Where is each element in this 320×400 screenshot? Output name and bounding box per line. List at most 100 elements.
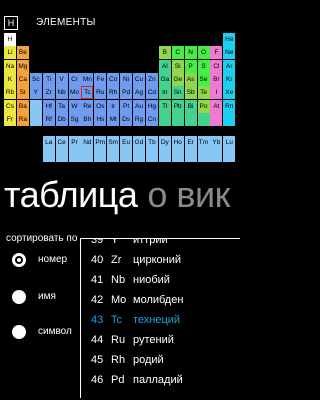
element-w[interactable]: W	[68, 99, 81, 113]
element-cell[interactable]	[223, 149, 236, 163]
element-cu[interactable]: Cu	[133, 72, 145, 86]
element-co[interactable]: Co	[107, 72, 120, 86]
element-y[interactable]: Y	[29, 86, 42, 100]
element-ru[interactable]: Ru	[94, 86, 107, 100]
element-o[interactable]: O	[197, 46, 210, 60]
element-cell[interactable]	[107, 149, 120, 163]
element-b[interactable]: B	[158, 46, 171, 60]
element-sn[interactable]: Sn	[171, 86, 184, 100]
element-c[interactable]: C	[171, 46, 184, 60]
element-cell[interactable]	[158, 112, 171, 126]
element-cell[interactable]	[68, 149, 81, 163]
element-cell[interactable]	[223, 112, 236, 126]
element-ho[interactable]: Ho	[171, 136, 184, 150]
element-sr[interactable]: Sr	[16, 86, 29, 100]
element-te[interactable]: Te	[197, 86, 210, 100]
element-h[interactable]: H	[4, 33, 16, 46]
element-rb[interactable]: Rb	[4, 86, 16, 100]
element-f[interactable]: F	[210, 46, 223, 60]
list-item[interactable]: 40 Zr цирконий	[91, 251, 181, 269]
element-ge[interactable]: Ge	[171, 72, 184, 86]
element-i[interactable]: I	[210, 86, 223, 100]
element-re[interactable]: Re	[81, 99, 94, 113]
element-db[interactable]: Db	[55, 112, 68, 126]
radio-label-name[interactable]: имя	[38, 291, 56, 302]
element-p[interactable]: P	[184, 59, 197, 73]
element-yb[interactable]: Yb	[210, 136, 223, 150]
element-k[interactable]: K	[4, 72, 16, 86]
element-ti[interactable]: Ti	[42, 72, 55, 86]
element-au[interactable]: Au	[133, 99, 145, 113]
radio-label-symbol[interactable]: символ	[38, 326, 72, 337]
element-cell[interactable]	[145, 149, 158, 163]
radio-sort-name[interactable]	[12, 290, 26, 304]
elements-list[interactable]: 39 Yиттрий 40 Zr цирконий 41 Nb ниобий 42 Mo мо…	[80, 238, 240, 398]
element-bh[interactable]: Bh	[81, 112, 94, 126]
element-bi[interactable]: Bi	[184, 99, 197, 113]
element-ta[interactable]: Ta	[55, 99, 68, 113]
element-pb[interactable]: Pb	[171, 99, 184, 113]
element-na[interactable]: Na	[4, 59, 16, 73]
element-rf[interactable]: Rf	[42, 112, 55, 126]
element-sm[interactable]: Sm	[107, 136, 120, 150]
element-xe[interactable]: Xe	[223, 86, 236, 100]
element-ra[interactable]: Ra	[16, 112, 29, 126]
element-ir[interactable]: Ir	[107, 99, 120, 113]
element-cell[interactable]	[29, 112, 42, 126]
element-fr[interactable]: Fr	[4, 112, 16, 126]
element-s[interactable]: S	[197, 59, 210, 73]
element-cs[interactable]: Cs	[4, 99, 16, 113]
element-tb[interactable]: Tb	[145, 136, 158, 150]
element-lu[interactable]: Lu	[223, 136, 236, 150]
element-cell[interactable]	[133, 149, 145, 163]
element-al[interactable]: Al	[158, 59, 171, 73]
element-gd[interactable]: Gd	[133, 136, 145, 150]
radio-sort-symbol[interactable]	[12, 325, 26, 339]
element-v[interactable]: V	[55, 72, 68, 86]
element-se[interactable]: Se	[197, 72, 210, 86]
element-br[interactable]: Br	[210, 72, 223, 86]
element-nd[interactable]: Nd	[81, 136, 94, 150]
list-item[interactable]: 42 Mo молибден	[91, 291, 183, 309]
list-item[interactable]: 41 Nb ниобий	[91, 271, 170, 289]
element-zr[interactable]: Zr	[42, 86, 55, 100]
element-cell[interactable]	[120, 149, 133, 163]
element-cl[interactable]: Cl	[210, 59, 223, 73]
element-cn[interactable]: Cn	[145, 112, 158, 126]
list-item[interactable]: 44 Ru рутений	[91, 331, 174, 349]
periodic-table[interactable]: H He Li Be B C N O F Ne Na Mg Al Si P S Cl Ar K Ca Sc Ti V Cr Mn…	[0, 0, 240, 170]
element-cell[interactable]	[197, 112, 210, 126]
element-sb[interactable]: Sb	[184, 86, 197, 100]
element-zn[interactable]: Zn	[145, 72, 158, 86]
element-cell[interactable]	[42, 149, 55, 163]
element-cell[interactable]	[158, 149, 171, 163]
element-pr[interactable]: Pr	[68, 136, 81, 150]
element-hs[interactable]: Hs	[94, 112, 107, 126]
element-cr[interactable]: Cr	[68, 72, 81, 86]
element-ne[interactable]: Ne	[223, 46, 236, 60]
list-item[interactable]: 39 Yиттрий	[91, 239, 168, 249]
element-ag[interactable]: Ag	[133, 86, 145, 100]
list-item[interactable]: 45 Rh родий	[91, 351, 164, 369]
element-he[interactable]: He	[223, 33, 236, 46]
element-os[interactable]: Os	[94, 99, 107, 113]
element-pt[interactable]: Pt	[120, 99, 133, 113]
element-rh[interactable]: Rh	[107, 86, 120, 100]
element-la[interactable]: La	[42, 136, 55, 150]
element-cell[interactable]	[210, 112, 223, 126]
element-si[interactable]: Si	[171, 59, 184, 73]
list-item[interactable]: 46 Pd палладий	[91, 371, 183, 389]
element-nb[interactable]: Nb	[55, 86, 68, 100]
element-cell[interactable]	[184, 149, 197, 163]
element-cell[interactable]	[171, 112, 184, 126]
element-mo[interactable]: Mo	[68, 86, 81, 100]
element-rn[interactable]: Rn	[223, 99, 236, 113]
section-title-table[interactable]: таблица	[4, 174, 138, 215]
element-kr[interactable]: Kr	[223, 72, 236, 86]
element-dy[interactable]: Dy	[158, 136, 171, 150]
element-li[interactable]: Li	[4, 46, 16, 60]
element-in[interactable]: In	[158, 86, 171, 100]
list-item-selected[interactable]: 43 Tc технеций	[91, 311, 180, 329]
element-ar[interactable]: Ar	[223, 59, 236, 73]
element-n[interactable]: N	[184, 46, 197, 60]
